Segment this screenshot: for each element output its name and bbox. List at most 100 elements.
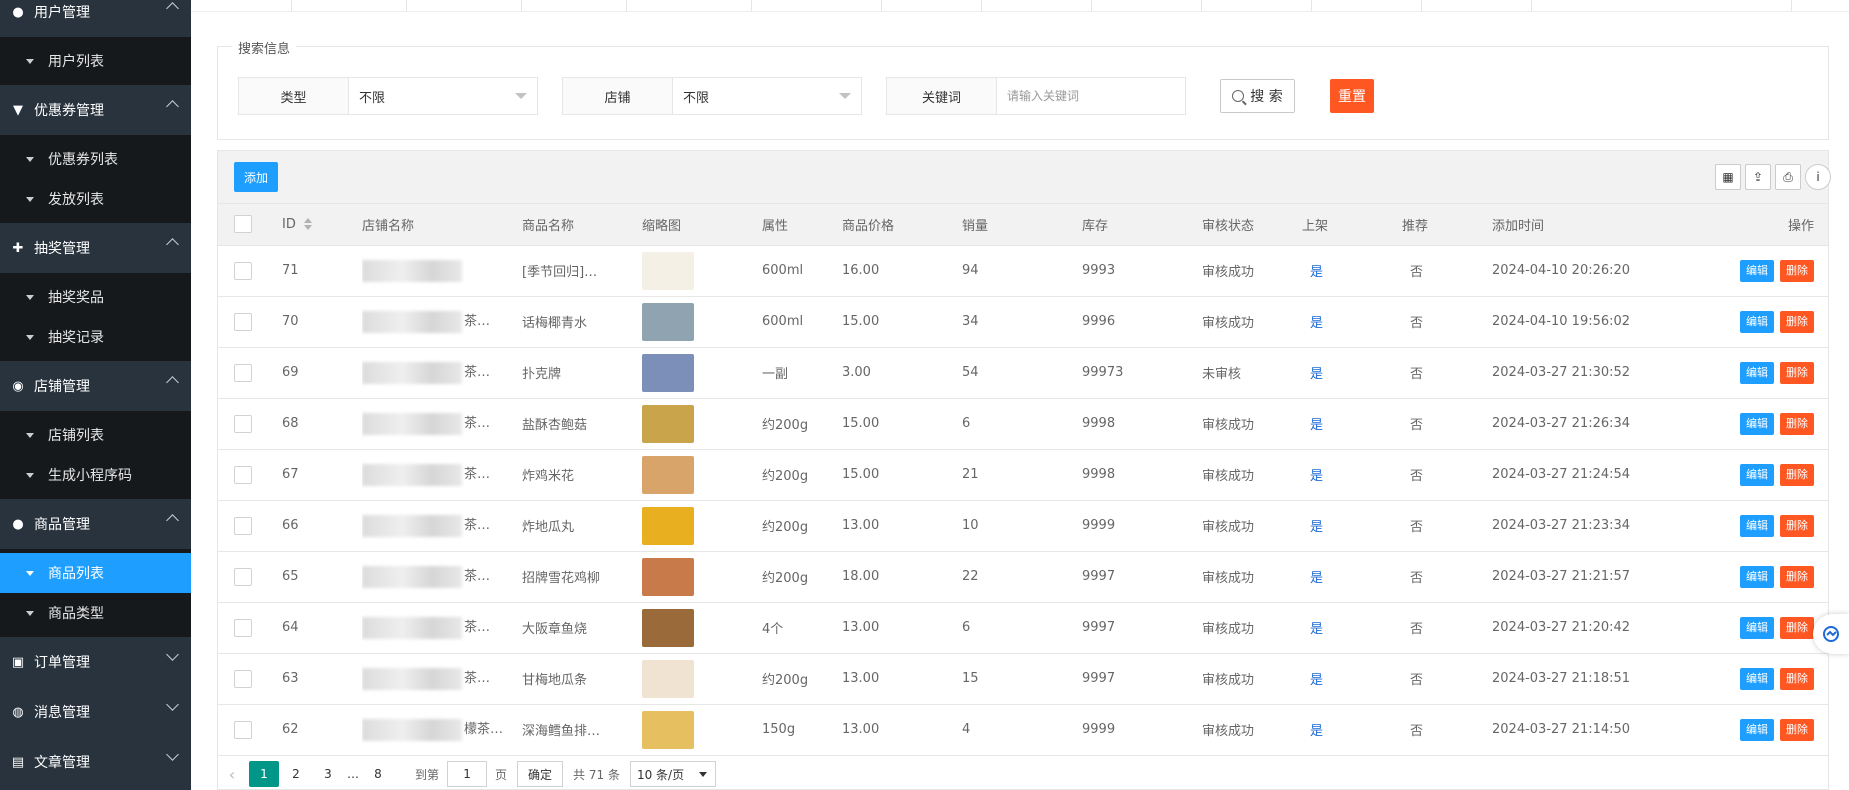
sidebar-group-7[interactable]: ▤ 文章管理: [0, 737, 191, 787]
total-count: 共 71 条: [573, 767, 620, 782]
goto-confirm-button[interactable]: 确定: [517, 761, 564, 787]
sort-icon[interactable]: [303, 218, 312, 231]
cell-status: 审核成功: [1202, 398, 1302, 450]
delete-button[interactable]: 删除: [1780, 514, 1814, 537]
edit-button[interactable]: 编辑: [1740, 412, 1774, 435]
sidebar-item-label: 抽奖记录: [48, 330, 104, 346]
product-thumbnail[interactable]: [642, 251, 694, 290]
row-checkbox[interactable]: [234, 567, 252, 586]
columns-icon[interactable]: ▦: [1715, 164, 1741, 190]
product-thumbnail[interactable]: [642, 659, 694, 698]
sidebar-group-4[interactable]: ● 商品管理: [0, 499, 191, 549]
page-number[interactable]: 1: [249, 761, 279, 787]
prev-page-icon[interactable]: ‹: [217, 761, 247, 787]
sidebar-item[interactable]: 发放列表: [0, 179, 191, 219]
search-button[interactable]: 搜 索: [1220, 79, 1295, 113]
delete-button[interactable]: 删除: [1780, 310, 1814, 333]
edit-button[interactable]: 编辑: [1740, 310, 1774, 333]
page-number[interactable]: 2: [281, 761, 311, 787]
cell-price: 15.00: [842, 296, 962, 348]
sidebar-item-label: 优惠券列表: [48, 152, 118, 168]
product-thumbnail[interactable]: [642, 557, 694, 596]
edit-button[interactable]: 编辑: [1740, 616, 1774, 639]
delete-button[interactable]: 删除: [1780, 361, 1814, 384]
edit-button[interactable]: 编辑: [1740, 463, 1774, 486]
cell-sales: 6: [962, 398, 1082, 450]
delete-button[interactable]: 删除: [1780, 616, 1814, 639]
cell-id: 67: [282, 449, 362, 501]
cell-sales: 54: [962, 347, 1082, 399]
sidebar-item[interactable]: 抽奖记录: [0, 317, 191, 357]
sidebar-group-6[interactable]: ◍ 消息管理: [0, 687, 191, 737]
sidebar-group-0[interactable]: ● 用户管理: [0, 0, 191, 37]
row-checkbox[interactable]: [234, 465, 252, 484]
sidebar-item[interactable]: 生成小程序码: [0, 455, 191, 495]
row-checkbox[interactable]: [234, 669, 252, 688]
goto-page-input[interactable]: 1: [447, 761, 488, 787]
edit-button[interactable]: 编辑: [1740, 259, 1774, 282]
product-thumbnail[interactable]: [642, 302, 694, 341]
info-icon[interactable]: i: [1805, 164, 1831, 190]
row-checkbox[interactable]: [234, 312, 252, 331]
product-thumbnail[interactable]: [642, 455, 694, 494]
sidebar-group-3[interactable]: ◉ 店铺管理: [0, 361, 191, 411]
cell-attr: 约200g: [762, 398, 842, 450]
product-thumbnail[interactable]: [642, 710, 694, 749]
sidebar-item[interactable]: 店铺列表: [0, 415, 191, 455]
sidebar-group-2[interactable]: ✚ 抽奖管理: [0, 223, 191, 273]
type-select[interactable]: 不限: [349, 78, 537, 114]
cell-stock: 9997: [1082, 653, 1202, 705]
sidebar-item[interactable]: 抽奖奖品: [0, 277, 191, 317]
delete-button[interactable]: 删除: [1780, 667, 1814, 690]
add-button[interactable]: 添加: [234, 162, 278, 192]
sidebar-group-5[interactable]: ▣ 订单管理: [0, 637, 191, 687]
floating-help-widget[interactable]: [1813, 614, 1849, 654]
per-page-select[interactable]: 10 条/页: [629, 761, 716, 787]
sidebar-group-1[interactable]: ▼ 优惠券管理: [0, 85, 191, 135]
row-checkbox[interactable]: [234, 414, 252, 433]
delete-button[interactable]: 删除: [1780, 565, 1814, 588]
edit-button[interactable]: 编辑: [1740, 667, 1774, 690]
row-checkbox[interactable]: [234, 516, 252, 535]
delete-button[interactable]: 删除: [1780, 463, 1814, 486]
cell-time: 2024-03-27 21:23:34: [1492, 500, 1692, 552]
edit-button[interactable]: 编辑: [1740, 565, 1774, 588]
product-thumbnail[interactable]: [642, 608, 694, 647]
keyword-input[interactable]: [1007, 78, 1185, 114]
page-number[interactable]: 3: [313, 761, 343, 787]
sidebar-item[interactable]: 商品列表: [0, 553, 191, 593]
shop-select[interactable]: 不限: [673, 78, 861, 114]
delete-button[interactable]: 删除: [1780, 412, 1814, 435]
row-checkbox[interactable]: [234, 363, 252, 382]
product-thumbnail[interactable]: [642, 353, 694, 392]
col-header-id[interactable]: ID: [282, 204, 362, 246]
edit-button[interactable]: 编辑: [1740, 718, 1774, 741]
cell-status: 审核成功: [1202, 602, 1302, 654]
product-thumbnail[interactable]: [642, 506, 694, 545]
cell-shop: 茶…: [362, 653, 522, 705]
sidebar-item-label: 生成小程序码: [48, 468, 132, 484]
delete-button[interactable]: 删除: [1780, 259, 1814, 282]
edit-button[interactable]: 编辑: [1740, 361, 1774, 384]
sidebar-item[interactable]: 用户列表: [0, 41, 191, 81]
reset-button[interactable]: 重置: [1330, 79, 1374, 113]
sidebar-item[interactable]: 商品类型: [0, 593, 191, 633]
chevron-icon: [166, 514, 179, 527]
delete-button[interactable]: 删除: [1780, 718, 1814, 741]
select-all-checkbox[interactable]: [234, 215, 252, 234]
product-thumbnail[interactable]: [642, 404, 694, 443]
cell-ops: 编辑 删除: [1692, 551, 1828, 603]
row-checkbox[interactable]: [234, 720, 252, 739]
export-icon[interactable]: ⇪: [1745, 164, 1771, 190]
cell-onshelf: 是: [1302, 704, 1402, 756]
print-icon[interactable]: ⎙: [1775, 164, 1801, 190]
page-number[interactable]: 8: [363, 761, 393, 787]
row-checkbox[interactable]: [234, 618, 252, 637]
cell-attr: 150g: [762, 704, 842, 756]
sidebar-item[interactable]: 优惠券列表: [0, 139, 191, 179]
cell-ops: 编辑 删除: [1692, 398, 1828, 450]
row-checkbox[interactable]: [234, 261, 252, 280]
chevron-icon: [166, 698, 179, 711]
edit-button[interactable]: 编辑: [1740, 514, 1774, 537]
cell-thumb: [642, 296, 762, 348]
